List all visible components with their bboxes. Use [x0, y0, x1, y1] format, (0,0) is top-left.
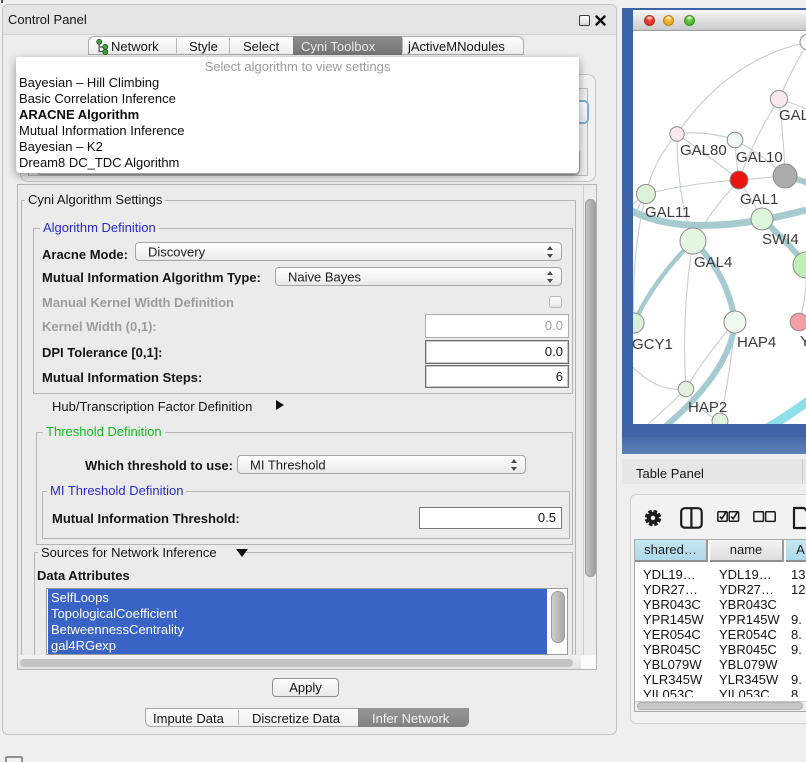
svg-text:GAL4: GAL4 — [694, 254, 732, 271]
svg-text:GAL1: GAL1 — [740, 191, 778, 208]
svg-text:HAP2: HAP2 — [688, 399, 727, 416]
svg-text:GAL7: GAL7 — [779, 107, 806, 124]
svg-text:SWI4: SWI4 — [762, 231, 799, 248]
svg-text:Y: Y — [800, 333, 806, 350]
svg-text:GCY1: GCY1 — [633, 336, 673, 353]
svg-text:GAL80: GAL80 — [680, 142, 727, 159]
svg-text:GAL10: GAL10 — [736, 149, 783, 166]
svg-text:HAP4: HAP4 — [737, 334, 776, 351]
svg-text:GAL11: GAL11 — [645, 204, 691, 221]
